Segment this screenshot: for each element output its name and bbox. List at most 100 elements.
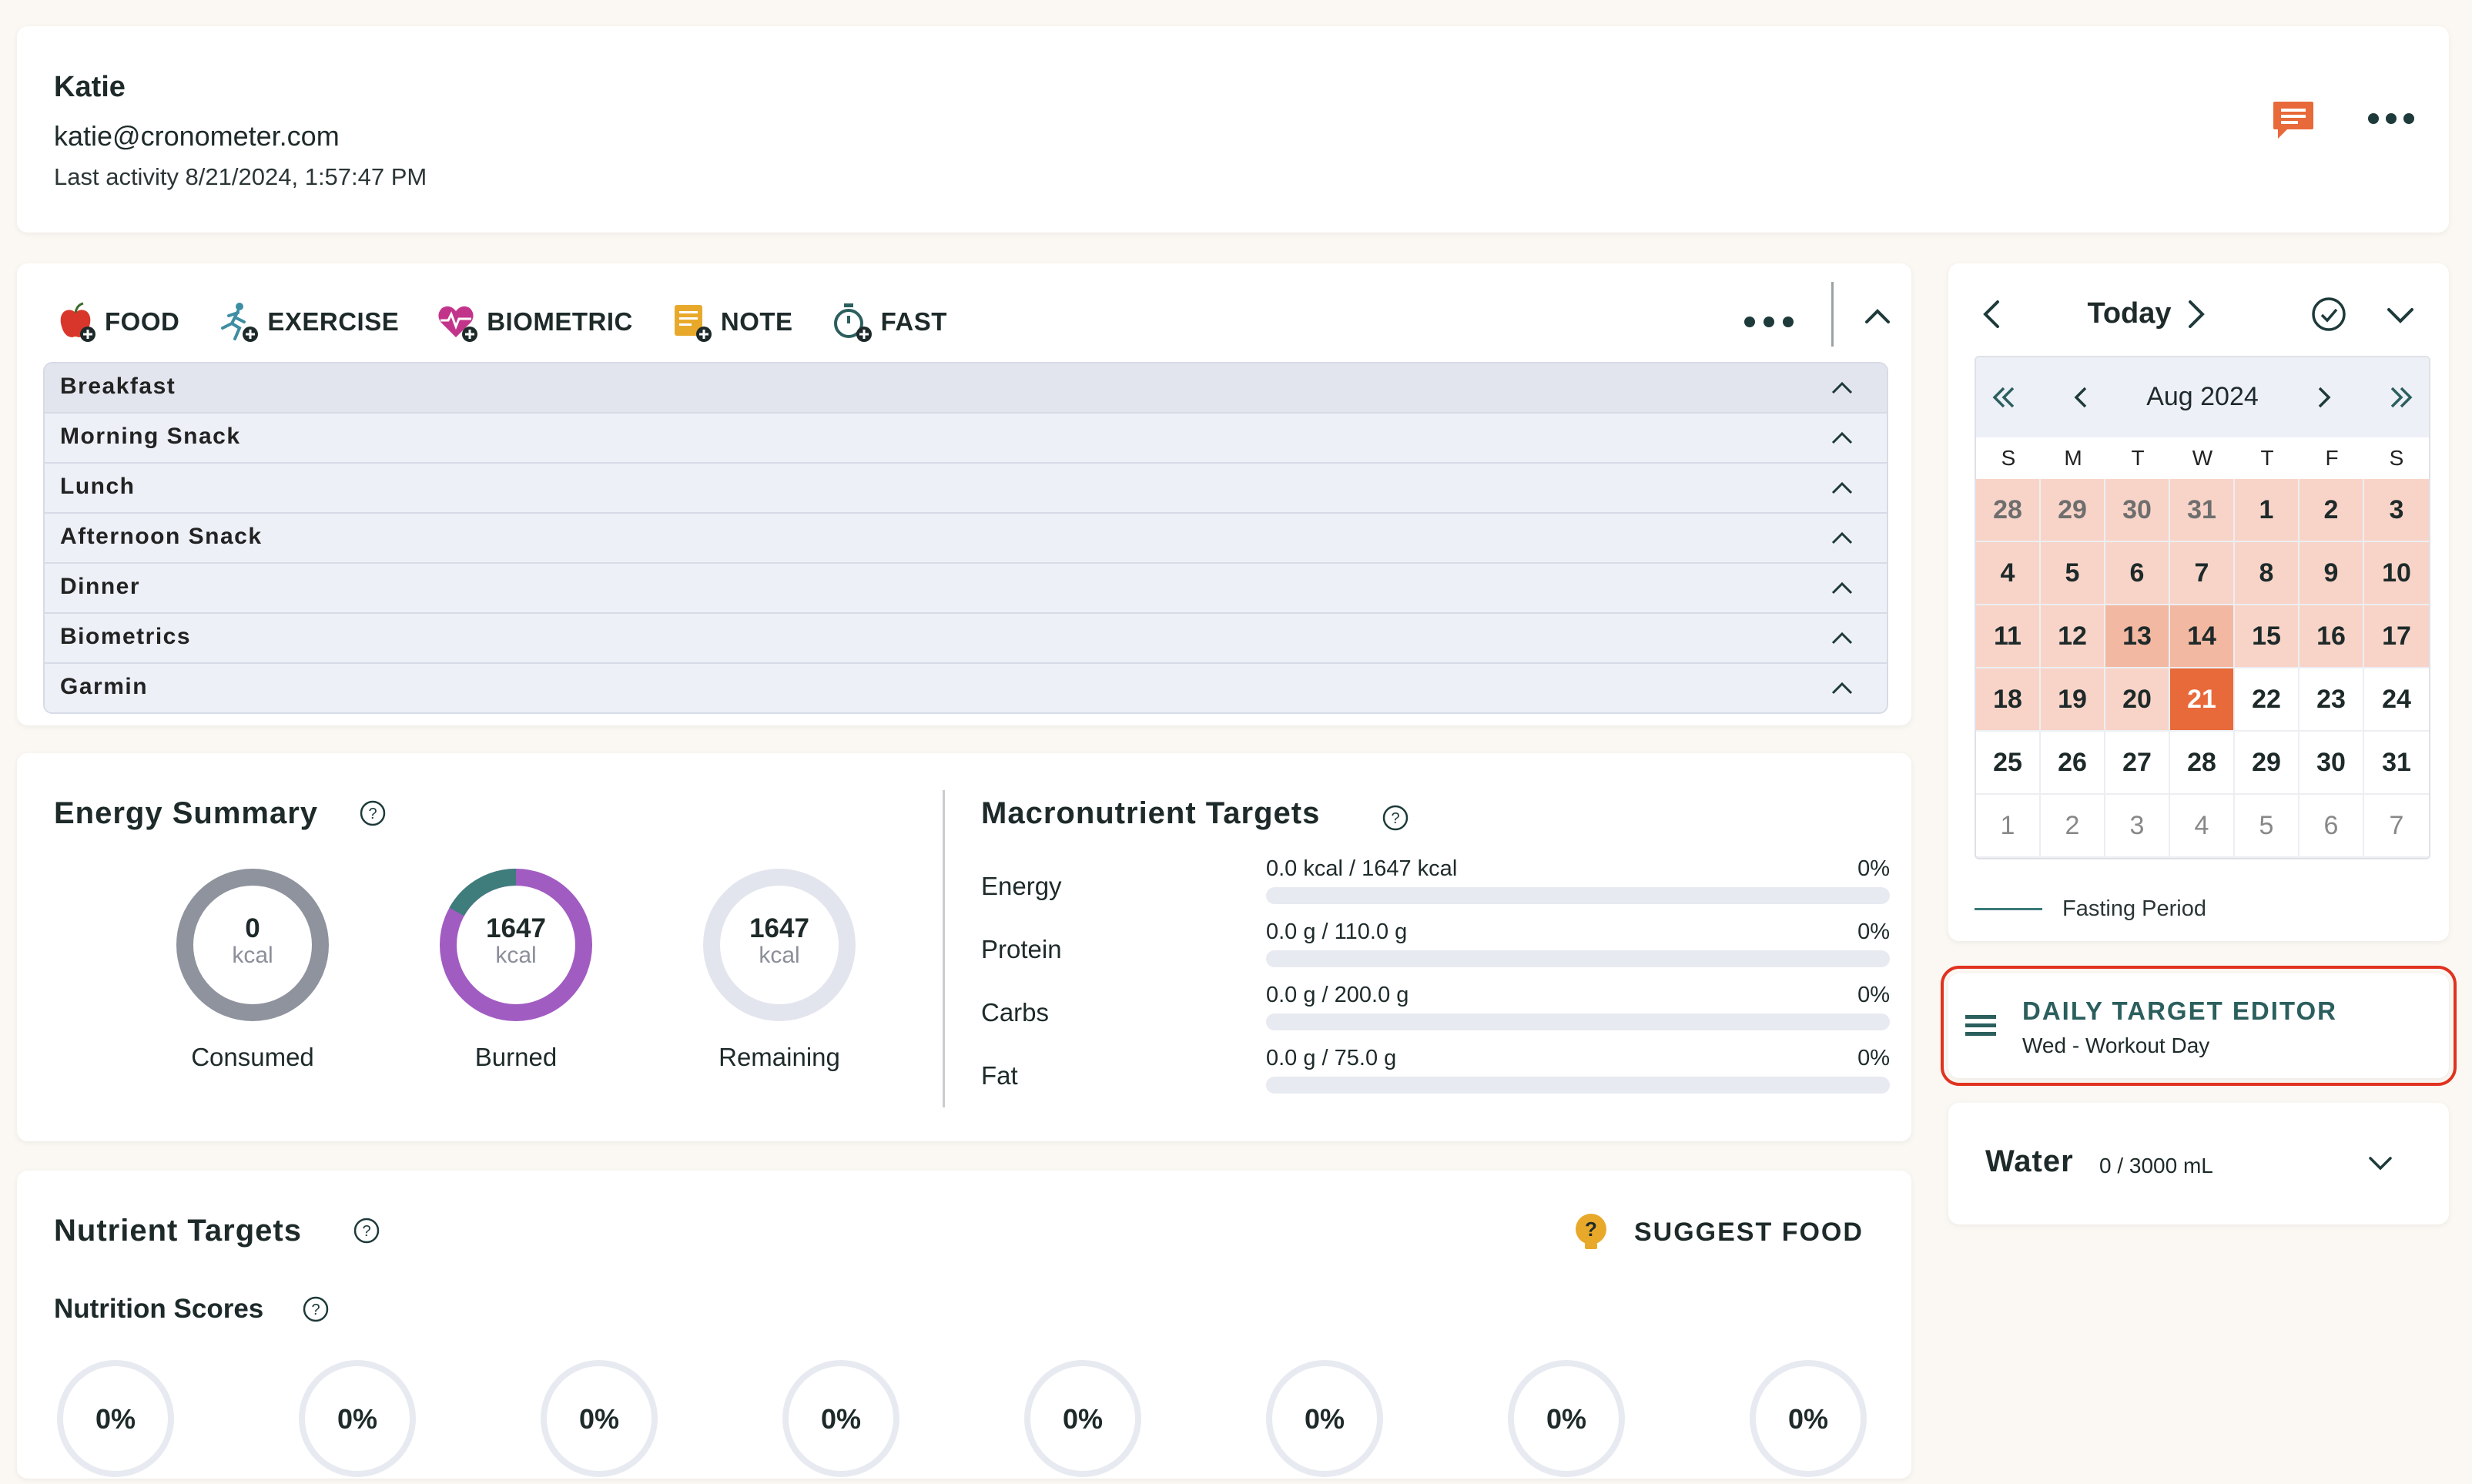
- add-exercise-button[interactable]: EXERCISE: [216, 300, 399, 343]
- calendar-day[interactable]: 21: [2170, 668, 2235, 732]
- calendar-day[interactable]: 11: [1976, 605, 2041, 668]
- calendar-day[interactable]: 1: [2235, 479, 2299, 542]
- macro-percent: 0%: [1857, 856, 1890, 881]
- remaining-ring: 1647 kcal Remaining: [679, 866, 879, 1072]
- calendar-day[interactable]: 8: [2235, 542, 2299, 605]
- nutrition-score-ring[interactable]: 0%: [1505, 1357, 1628, 1480]
- calendar-day[interactable]: 18: [1976, 668, 2041, 732]
- calendar-day[interactable]: 29: [2041, 479, 2105, 542]
- daily-target-editor-button[interactable]: DAILY TARGET EDITOR Wed - Workout Day: [1941, 966, 2457, 1086]
- calendar-day[interactable]: 13: [2105, 605, 2170, 668]
- score-value: 0%: [1787, 1403, 1829, 1435]
- calendar-day[interactable]: 19: [2041, 668, 2105, 732]
- nutrition-score-ring[interactable]: 0%: [296, 1357, 419, 1480]
- calendar-day[interactable]: 22: [2235, 668, 2299, 732]
- svg-text:?: ?: [1391, 810, 1399, 827]
- calendar-day[interactable]: 6: [2299, 795, 2364, 858]
- calendar-day[interactable]: 26: [2041, 732, 2105, 795]
- more-options-icon[interactable]: [2366, 103, 2417, 134]
- diary-group-label: Breakfast: [60, 374, 176, 399]
- calendar-day[interactable]: 5: [2041, 542, 2105, 605]
- calendar-day[interactable]: 20: [2105, 668, 2170, 732]
- nutrition-score-ring[interactable]: 0%: [1021, 1357, 1144, 1480]
- add-fast-button[interactable]: FAST: [830, 300, 947, 343]
- nutrition-score-ring[interactable]: 0%: [779, 1357, 903, 1480]
- calendar-card: Today Aug 2024 S M T W T F S 28 29 30 31…: [1948, 263, 2449, 941]
- calendar-day[interactable]: 15: [2235, 605, 2299, 668]
- calendar-day[interactable]: 30: [2105, 479, 2170, 542]
- diary-group-morning-snack[interactable]: Morning Snack: [45, 414, 1887, 464]
- help-icon[interactable]: ?: [359, 799, 387, 827]
- calendar-day[interactable]: 17: [2364, 605, 2429, 668]
- suggest-food-button[interactable]: ? SUGGEST FOOD: [1569, 1208, 1864, 1257]
- daily-target-editor-subtitle: Wed - Workout Day: [2022, 1033, 2210, 1057]
- diary-more-icon[interactable]: [1742, 307, 1796, 337]
- add-food-button[interactable]: FOOD: [54, 300, 179, 343]
- message-icon[interactable]: [2270, 99, 2316, 142]
- macro-percent: 0%: [1857, 920, 1890, 944]
- calendar-day[interactable]: 30: [2299, 732, 2364, 795]
- diary-group-dinner[interactable]: Dinner: [45, 564, 1887, 614]
- nutrition-score-ring[interactable]: 0%: [538, 1357, 661, 1480]
- calendar-day[interactable]: 28: [2170, 732, 2235, 795]
- calendar-day[interactable]: 29: [2235, 732, 2299, 795]
- chevron-up-icon: [1831, 481, 1853, 494]
- calendar-day[interactable]: 28: [1976, 479, 2041, 542]
- nutrition-score-ring[interactable]: 0%: [1263, 1357, 1386, 1480]
- next-day-icon[interactable]: [2175, 294, 2215, 334]
- calendar-day[interactable]: 3: [2105, 795, 2170, 858]
- calendar-day[interactable]: 25: [1976, 732, 2041, 795]
- water-card[interactable]: Water 0 / 3000 mL: [1948, 1103, 2449, 1224]
- diary-group-breakfast[interactable]: Breakfast: [45, 363, 1887, 414]
- help-icon[interactable]: ?: [302, 1295, 330, 1323]
- fasting-legend: Fasting Period: [1975, 896, 2206, 922]
- nutrition-score-ring[interactable]: 0%: [1747, 1357, 1870, 1480]
- weekday-label: M: [2064, 446, 2082, 470]
- calendar-day[interactable]: 4: [1976, 542, 2041, 605]
- macro-name: Carbs: [981, 998, 1050, 1027]
- calendar-day[interactable]: 27: [2105, 732, 2170, 795]
- calendar-day[interactable]: 3: [2364, 479, 2429, 542]
- calendar-day[interactable]: 14: [2170, 605, 2235, 668]
- previous-day-icon[interactable]: [1973, 294, 2013, 334]
- calendar-day[interactable]: 31: [2364, 732, 2429, 795]
- nutrition-score-ring[interactable]: 0%: [54, 1357, 177, 1480]
- calendar-day[interactable]: 10: [2364, 542, 2429, 605]
- consumed-label: Consumed: [191, 1043, 314, 1071]
- macro-name: Fat: [981, 1061, 1018, 1090]
- add-biometric-button[interactable]: BIOMETRIC: [436, 300, 633, 343]
- calendar-day[interactable]: 5: [2235, 795, 2299, 858]
- add-note-button[interactable]: NOTE: [670, 300, 793, 343]
- score-value: 0%: [820, 1403, 862, 1435]
- calendar-day[interactable]: 24: [2364, 668, 2429, 732]
- calendar-day[interactable]: 23: [2299, 668, 2364, 732]
- macro-name: Energy: [981, 872, 1062, 900]
- calendar-day[interactable]: 7: [2170, 542, 2235, 605]
- help-icon[interactable]: ?: [353, 1217, 380, 1244]
- diary-group-biometrics[interactable]: Biometrics: [45, 614, 1887, 664]
- calendar-day[interactable]: 6: [2105, 542, 2170, 605]
- macro-row-carbs: Carbs 0.0 g / 200.0 g 0%: [981, 983, 1890, 1037]
- chevron-down-icon[interactable]: [2380, 294, 2421, 336]
- calendar-day[interactable]: 16: [2299, 605, 2364, 668]
- burned-label: Burned: [474, 1043, 558, 1071]
- calendar-day[interactable]: 2: [2299, 479, 2364, 542]
- next-year-icon[interactable]: [2383, 379, 2420, 416]
- calendar-day[interactable]: 4: [2170, 795, 2235, 858]
- calendar-day[interactable]: 2: [2041, 795, 2105, 858]
- weekday-label: T: [2131, 446, 2145, 470]
- suggest-food-label: SUGGEST FOOD: [1634, 1217, 1864, 1247]
- help-icon[interactable]: ?: [1382, 804, 1409, 832]
- next-month-icon[interactable]: [2306, 379, 2343, 416]
- diary-group-lunch[interactable]: Lunch: [45, 464, 1887, 514]
- collapse-chevron-icon[interactable]: [1856, 294, 1899, 337]
- calendar-day[interactable]: 9: [2299, 542, 2364, 605]
- calendar-day[interactable]: 31: [2170, 479, 2235, 542]
- diary-group-garmin[interactable]: Garmin: [45, 664, 1887, 712]
- water-title: Water: [1985, 1144, 2074, 1178]
- calendar-day[interactable]: 12: [2041, 605, 2105, 668]
- diary-group-afternoon-snack[interactable]: Afternoon Snack: [45, 514, 1887, 564]
- calendar-day[interactable]: 1: [1976, 795, 2041, 858]
- complete-day-check-icon[interactable]: [2306, 291, 2352, 337]
- calendar-day[interactable]: 7: [2364, 795, 2429, 858]
